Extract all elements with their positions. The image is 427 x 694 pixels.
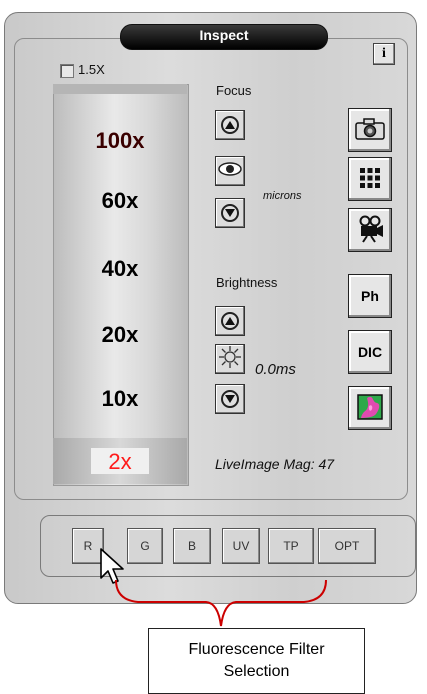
callout-line-2: Selection xyxy=(223,663,290,680)
camera-icon xyxy=(355,117,385,143)
mag-10x[interactable]: 10x xyxy=(53,386,187,412)
brightness-down-button[interactable] xyxy=(215,384,245,414)
phase-contrast-button[interactable]: Ph xyxy=(348,274,392,318)
info-button[interactable]: i xyxy=(373,43,395,65)
filter-tp-button[interactable]: TP xyxy=(268,528,314,564)
filter-opt-button[interactable]: OPT xyxy=(318,528,376,564)
mag-60x[interactable]: 60x xyxy=(53,188,187,214)
arrow-down-icon xyxy=(221,204,239,222)
record-movie-button[interactable] xyxy=(348,208,392,252)
eye-icon xyxy=(218,161,242,181)
sun-icon xyxy=(218,345,242,374)
focus-up-button[interactable] xyxy=(215,110,245,140)
arrow-up-icon xyxy=(221,312,239,330)
focus-unit: microns xyxy=(263,190,302,202)
snapshot-button[interactable] xyxy=(348,108,392,152)
movie-camera-icon xyxy=(356,215,384,246)
filter-g-button[interactable]: G xyxy=(127,528,163,564)
callout-bracket xyxy=(115,579,327,627)
mag-2x[interactable]: 2x xyxy=(53,449,187,475)
dic-button[interactable]: DIC xyxy=(348,330,392,374)
callout-line-1: Fluorescence Filter xyxy=(188,641,325,658)
focus-label: Focus xyxy=(216,83,252,98)
mag-100x[interactable]: 100x xyxy=(53,128,187,154)
brightness-up-button[interactable] xyxy=(215,306,245,336)
exposure-value: 0.0ms xyxy=(255,361,296,378)
mag-20x[interactable]: 20x xyxy=(53,322,187,348)
mag-40x[interactable]: 40x xyxy=(53,256,187,282)
fluorescence-image-icon xyxy=(357,393,383,423)
focus-down-button[interactable] xyxy=(215,198,245,228)
panel-title: Inspect xyxy=(120,24,328,50)
arrow-up-icon xyxy=(221,116,239,134)
grid-button[interactable] xyxy=(348,157,392,201)
live-image-mag-status: LiveImage Mag: 47 xyxy=(215,456,335,472)
filter-uv-button[interactable]: UV xyxy=(222,528,260,564)
grid-icon xyxy=(359,167,381,192)
focus-live-button[interactable] xyxy=(215,156,245,186)
fluorescence-filter-callout: Fluorescence Filter Selection xyxy=(148,628,365,694)
magnifier-1-5x-label: 1.5X xyxy=(78,62,105,77)
magnification-column-top xyxy=(53,84,187,94)
magnifier-1-5x-checkbox[interactable] xyxy=(60,64,74,78)
brightness-auto-button[interactable] xyxy=(215,344,245,374)
arrow-down-icon xyxy=(221,390,239,408)
filter-b-button[interactable]: B xyxy=(173,528,211,564)
brightness-label: Brightness xyxy=(216,275,278,290)
color-image-button[interactable] xyxy=(348,386,392,430)
